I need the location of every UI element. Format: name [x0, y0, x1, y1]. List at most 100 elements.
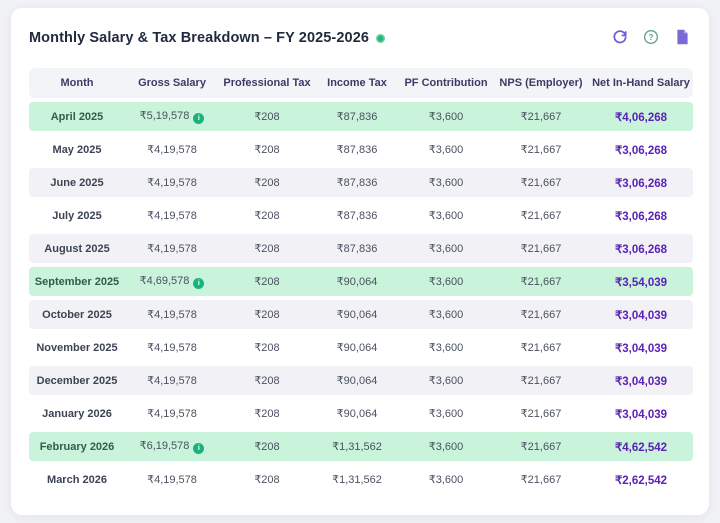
nps-employer-cell: ₹21,667: [493, 168, 589, 197]
gross-salary-cell: ₹4,69,578i: [125, 267, 219, 296]
month-cell: June 2025: [29, 168, 125, 197]
increment-info-icon[interactable]: i: [193, 113, 204, 124]
professional-tax-cell: ₹208: [219, 333, 315, 362]
month-cell: May 2025: [29, 135, 125, 164]
refresh-button[interactable]: [611, 29, 629, 47]
pf-contribution-cell: ₹3,600: [399, 234, 493, 263]
pf-contribution-cell: ₹3,600: [399, 432, 493, 461]
professional-tax-cell: ₹208: [219, 102, 315, 131]
gross-salary-cell: ₹6,19,578i: [125, 432, 219, 461]
table-row: April 2025₹5,19,578i₹208₹87,836₹3,600₹21…: [29, 102, 693, 131]
professional-tax-cell: ₹208: [219, 201, 315, 230]
nps-employer-cell: ₹21,667: [493, 432, 589, 461]
income-tax-cell: ₹90,064: [315, 267, 399, 296]
month-cell: July 2025: [29, 201, 125, 230]
income-tax-cell: ₹87,836: [315, 168, 399, 197]
net-in-hand-cell: ₹4,62,542: [589, 432, 693, 461]
gross-salary-cell: ₹4,19,578: [125, 399, 219, 428]
gross-salary-cell: ₹4,19,578: [125, 366, 219, 395]
column-header-2: Professional Tax: [219, 68, 315, 98]
table-row: November 2025₹4,19,578₹208₹90,064₹3,600₹…: [29, 333, 693, 362]
increment-info-icon[interactable]: i: [193, 278, 204, 289]
month-cell: January 2026: [29, 399, 125, 428]
professional-tax-cell: ₹208: [219, 234, 315, 263]
pf-contribution-cell: ₹3,600: [399, 333, 493, 362]
table-row: February 2026₹6,19,578i₹208₹1,31,562₹3,6…: [29, 432, 693, 461]
table-row: August 2025₹4,19,578₹208₹87,836₹3,600₹21…: [29, 234, 693, 263]
month-cell: March 2026: [29, 465, 125, 494]
net-in-hand-cell: ₹3,06,268: [589, 201, 693, 230]
increment-info-icon[interactable]: i: [193, 443, 204, 454]
professional-tax-cell: ₹208: [219, 168, 315, 197]
net-in-hand-cell: ₹3,04,039: [589, 399, 693, 428]
net-in-hand-cell: ₹3,06,268: [589, 168, 693, 197]
nps-employer-cell: ₹21,667: [493, 135, 589, 164]
help-button[interactable]: ?: [642, 29, 660, 47]
net-in-hand-cell: ₹3,54,039: [589, 267, 693, 296]
table-row: June 2025₹4,19,578₹208₹87,836₹3,600₹21,6…: [29, 168, 693, 197]
gross-salary-cell: ₹4,19,578: [125, 168, 219, 197]
net-in-hand-cell: ₹4,06,268: [589, 102, 693, 131]
nps-employer-cell: ₹21,667: [493, 399, 589, 428]
month-cell: October 2025: [29, 300, 125, 329]
table-header-row: MonthGross SalaryProfessional TaxIncome …: [29, 68, 693, 98]
gross-salary-cell: ₹4,19,578: [125, 135, 219, 164]
table-row: January 2026₹4,19,578₹208₹90,064₹3,600₹2…: [29, 399, 693, 428]
professional-tax-cell: ₹208: [219, 267, 315, 296]
column-header-1: Gross Salary: [125, 68, 219, 98]
help-icon: ?: [643, 29, 659, 48]
pf-contribution-cell: ₹3,600: [399, 465, 493, 494]
income-tax-cell: ₹90,064: [315, 366, 399, 395]
nps-employer-cell: ₹21,667: [493, 333, 589, 362]
net-in-hand-cell: ₹3,04,039: [589, 366, 693, 395]
gross-salary-cell: ₹4,19,578: [125, 234, 219, 263]
month-cell: December 2025: [29, 366, 125, 395]
gross-salary-cell: ₹5,19,578i: [125, 102, 219, 131]
gross-salary-cell: ₹4,19,578: [125, 465, 219, 494]
table-row: September 2025₹4,69,578i₹208₹90,064₹3,60…: [29, 267, 693, 296]
professional-tax-cell: ₹208: [219, 300, 315, 329]
professional-tax-cell: ₹208: [219, 432, 315, 461]
income-tax-cell: ₹87,836: [315, 135, 399, 164]
column-header-4: PF Contribution: [399, 68, 493, 98]
salary-table: MonthGross SalaryProfessional TaxIncome …: [29, 64, 693, 498]
gross-salary-cell: ₹4,19,578: [125, 300, 219, 329]
column-header-6: Net In-Hand Salary: [589, 68, 693, 98]
income-tax-cell: ₹1,31,562: [315, 432, 399, 461]
pf-contribution-cell: ₹3,600: [399, 267, 493, 296]
table-body: April 2025₹5,19,578i₹208₹87,836₹3,600₹21…: [29, 102, 693, 494]
month-cell: August 2025: [29, 234, 125, 263]
net-in-hand-cell: ₹3,06,268: [589, 135, 693, 164]
income-tax-cell: ₹87,836: [315, 201, 399, 230]
export-button[interactable]: [673, 29, 691, 47]
month-cell: November 2025: [29, 333, 125, 362]
month-cell: September 2025: [29, 267, 125, 296]
nps-employer-cell: ₹21,667: [493, 366, 589, 395]
month-cell: April 2025: [29, 102, 125, 131]
nps-employer-cell: ₹21,667: [493, 465, 589, 494]
table-row: December 2025₹4,19,578₹208₹90,064₹3,600₹…: [29, 366, 693, 395]
pf-contribution-cell: ₹3,600: [399, 135, 493, 164]
professional-tax-cell: ₹208: [219, 399, 315, 428]
svg-text:?: ?: [649, 33, 654, 42]
pf-contribution-cell: ₹3,600: [399, 102, 493, 131]
month-cell: February 2026: [29, 432, 125, 461]
refresh-icon: [612, 29, 628, 48]
pf-contribution-cell: ₹3,600: [399, 366, 493, 395]
export-file-icon: [675, 29, 690, 48]
salary-breakdown-card: Monthly Salary & Tax Breakdown – FY 2025…: [10, 7, 710, 516]
column-header-3: Income Tax: [315, 68, 399, 98]
gross-salary-cell: ₹4,19,578: [125, 201, 219, 230]
pf-contribution-cell: ₹3,600: [399, 399, 493, 428]
income-tax-cell: ₹1,31,562: [315, 465, 399, 494]
nps-employer-cell: ₹21,667: [493, 102, 589, 131]
table-row: October 2025₹4,19,578₹208₹90,064₹3,600₹2…: [29, 300, 693, 329]
toolbar: ?: [611, 29, 691, 47]
nps-employer-cell: ₹21,667: [493, 300, 589, 329]
pf-contribution-cell: ₹3,600: [399, 168, 493, 197]
pf-contribution-cell: ₹3,600: [399, 300, 493, 329]
professional-tax-cell: ₹208: [219, 135, 315, 164]
net-in-hand-cell: ₹3,04,039: [589, 300, 693, 329]
table-row: May 2025₹4,19,578₹208₹87,836₹3,600₹21,66…: [29, 135, 693, 164]
income-tax-cell: ₹87,836: [315, 234, 399, 263]
